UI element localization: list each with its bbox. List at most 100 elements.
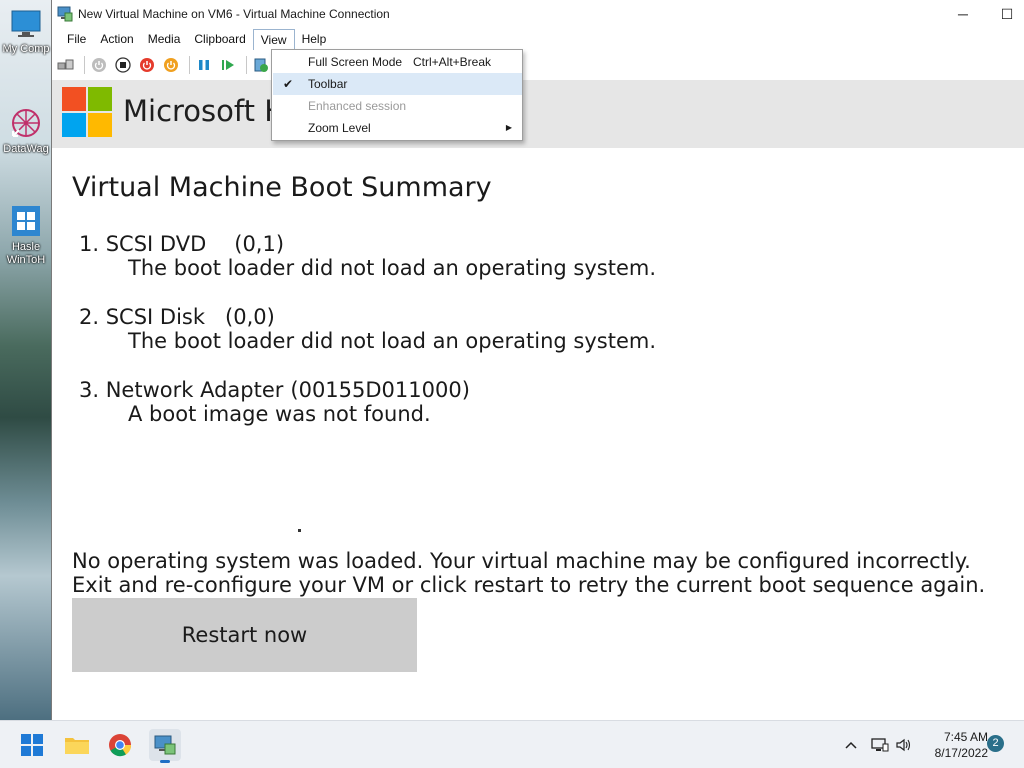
folder-icon bbox=[65, 738, 89, 754]
clock-date: 8/17/2022 bbox=[934, 746, 988, 760]
stop-icon bbox=[115, 57, 131, 73]
failure-line-2: Exit and re-configure your VM or click r… bbox=[72, 573, 986, 597]
desktop-icon-my-computer[interactable]: My Comp bbox=[0, 6, 52, 56]
menu-action[interactable]: Action bbox=[93, 29, 140, 49]
boot-device-param: (0,0) bbox=[225, 305, 275, 329]
datawag-icon bbox=[9, 106, 43, 140]
boot-message: The boot loader did not load an operatin… bbox=[128, 329, 657, 353]
taskbar-clock[interactable]: 7:45 AM 8/17/2022 bbox=[920, 729, 988, 761]
windows-logo-icon bbox=[21, 734, 43, 756]
desktop-icon-label: WinToH bbox=[6, 254, 46, 266]
desktop-icon-label: Hasle bbox=[11, 241, 41, 253]
menu-item-label: Toolbar bbox=[308, 77, 348, 91]
toolbar bbox=[52, 50, 1024, 80]
toolbar-separator bbox=[246, 56, 247, 74]
power-icon-red bbox=[140, 58, 154, 72]
file-explorer-button[interactable] bbox=[61, 729, 93, 761]
view-menu-dropdown: Full Screen Mode Ctrl+Alt+Break ✔ Toolba… bbox=[271, 49, 523, 141]
checkmark-icon: ✔ bbox=[283, 77, 294, 91]
menu-item-shortcut: Ctrl+Alt+Break bbox=[413, 55, 492, 69]
cursor-dot bbox=[298, 529, 301, 532]
menu-item-enhanced-session: Enhanced session bbox=[273, 95, 522, 117]
resume-button[interactable] bbox=[218, 55, 238, 75]
speaker-icon bbox=[896, 738, 911, 752]
boot-entry: 3. Network Adapter (00155D011000) A boot … bbox=[79, 378, 470, 426]
power-icon-orange bbox=[164, 58, 178, 72]
pause-icon bbox=[199, 60, 209, 70]
logo-green bbox=[88, 87, 112, 111]
boot-device: 3. Network Adapter bbox=[79, 378, 284, 402]
vm-connection-window: New Virtual Machine on VM6 - Virtual Mac… bbox=[51, 0, 1024, 720]
chrome-button[interactable] bbox=[104, 729, 136, 761]
network-icon bbox=[871, 738, 889, 752]
checkpoint-button[interactable] bbox=[251, 55, 271, 75]
boot-entry: 1. SCSI DVD (0,1) The boot loader did not… bbox=[79, 232, 656, 280]
play-icon bbox=[222, 60, 234, 70]
banner-text: Microsoft H bbox=[123, 94, 286, 128]
window-title: New Virtual Machine on VM6 - Virtual Mac… bbox=[78, 7, 390, 21]
boot-summary-title: Virtual Machine Boot Summary bbox=[72, 172, 492, 203]
start-button[interactable] bbox=[89, 55, 109, 75]
taskbar: 7:45 AM 8/17/2022 bbox=[0, 720, 1024, 768]
logo-yellow bbox=[88, 113, 112, 137]
desktop-icon-label: DataWag bbox=[3, 143, 49, 155]
chrome-icon bbox=[109, 734, 132, 757]
boot-device-param: (00155D011000) bbox=[290, 378, 470, 402]
shut-down-button[interactable] bbox=[137, 55, 157, 75]
boot-device: 2. SCSI Disk bbox=[79, 305, 206, 329]
menu-help[interactable]: Help bbox=[295, 29, 334, 49]
restart-now-button[interactable]: Restart now bbox=[72, 598, 417, 672]
logo-red bbox=[62, 87, 86, 111]
chevron-up-icon bbox=[845, 741, 857, 749]
vm-display[interactable]: Microsoft H Virtual Machine Boot Summary… bbox=[52, 80, 1024, 720]
notification-badge[interactable]: 2 bbox=[987, 735, 1004, 752]
menu-item-label: Enhanced session bbox=[308, 99, 407, 113]
menu-item-toolbar[interactable]: ✔ Toolbar bbox=[273, 73, 522, 95]
network-status-button[interactable] bbox=[871, 721, 889, 768]
computer-icon bbox=[9, 6, 43, 40]
menu-clipboard[interactable]: Clipboard bbox=[187, 29, 252, 49]
volume-button[interactable] bbox=[895, 721, 913, 768]
toolbar-separator bbox=[84, 56, 85, 74]
desktop-icon-label: My Comp bbox=[2, 43, 50, 55]
maximize-button[interactable]: ☐ bbox=[987, 4, 1024, 24]
boot-failure-message: No operating system was loaded. Your vir… bbox=[72, 549, 985, 597]
ctrl-alt-del-icon bbox=[57, 59, 74, 70]
desktop-icon-hasleo[interactable]: Hasle WinToH bbox=[0, 204, 52, 267]
turn-off-button[interactable] bbox=[113, 55, 133, 75]
hyperv-banner: Microsoft H bbox=[52, 80, 1024, 148]
boot-message: The boot loader did not load an operatin… bbox=[128, 256, 657, 280]
title-bar: New Virtual Machine on VM6 - Virtual Mac… bbox=[52, 0, 1024, 28]
logo-blue bbox=[62, 113, 86, 137]
show-hidden-icons-button[interactable] bbox=[845, 721, 857, 768]
boot-message: A boot image was not found. bbox=[128, 402, 431, 426]
failure-line-1: No operating system was loaded. Your vir… bbox=[72, 549, 971, 573]
menu-item-label: Full Screen Mode bbox=[308, 55, 403, 69]
ctrl-alt-del-button[interactable] bbox=[56, 55, 76, 75]
vm-connection-taskbar-button[interactable] bbox=[149, 729, 181, 763]
clock-time: 7:45 AM bbox=[943, 730, 988, 744]
toolbar-separator bbox=[189, 56, 190, 74]
submenu-arrow-icon: ▶ bbox=[505, 123, 512, 132]
boot-device: 1. SCSI DVD bbox=[79, 232, 207, 256]
vm-connection-icon bbox=[154, 735, 176, 755]
menu-file[interactable]: File bbox=[60, 29, 93, 49]
menu-media[interactable]: Media bbox=[141, 29, 188, 49]
menu-item-label: Zoom Level bbox=[308, 121, 371, 135]
power-icon-gray bbox=[92, 58, 106, 72]
menu-view[interactable]: View bbox=[252, 29, 295, 50]
minimize-button[interactable]: ─ bbox=[943, 4, 983, 24]
microsoft-logo-icon bbox=[62, 87, 112, 137]
desktop-icon-datawag[interactable]: DataWag bbox=[0, 106, 52, 156]
checkpoint-icon bbox=[254, 58, 268, 72]
boot-entry: 2. SCSI Disk (0,0) The boot loader did no… bbox=[79, 305, 656, 353]
vm-connection-icon bbox=[57, 6, 73, 22]
save-state-button[interactable] bbox=[161, 55, 181, 75]
menu-item-zoom-level[interactable]: Zoom Level ▶ bbox=[273, 117, 522, 139]
menu-bar: File Action Media Clipboard View Help bbox=[52, 28, 1024, 50]
windows-installer-icon bbox=[9, 204, 43, 238]
pause-button[interactable] bbox=[194, 55, 214, 75]
boot-device-param: (0,1) bbox=[234, 232, 285, 256]
menu-item-full-screen-mode[interactable]: Full Screen Mode Ctrl+Alt+Break bbox=[273, 51, 522, 73]
start-menu-button[interactable] bbox=[16, 729, 48, 761]
